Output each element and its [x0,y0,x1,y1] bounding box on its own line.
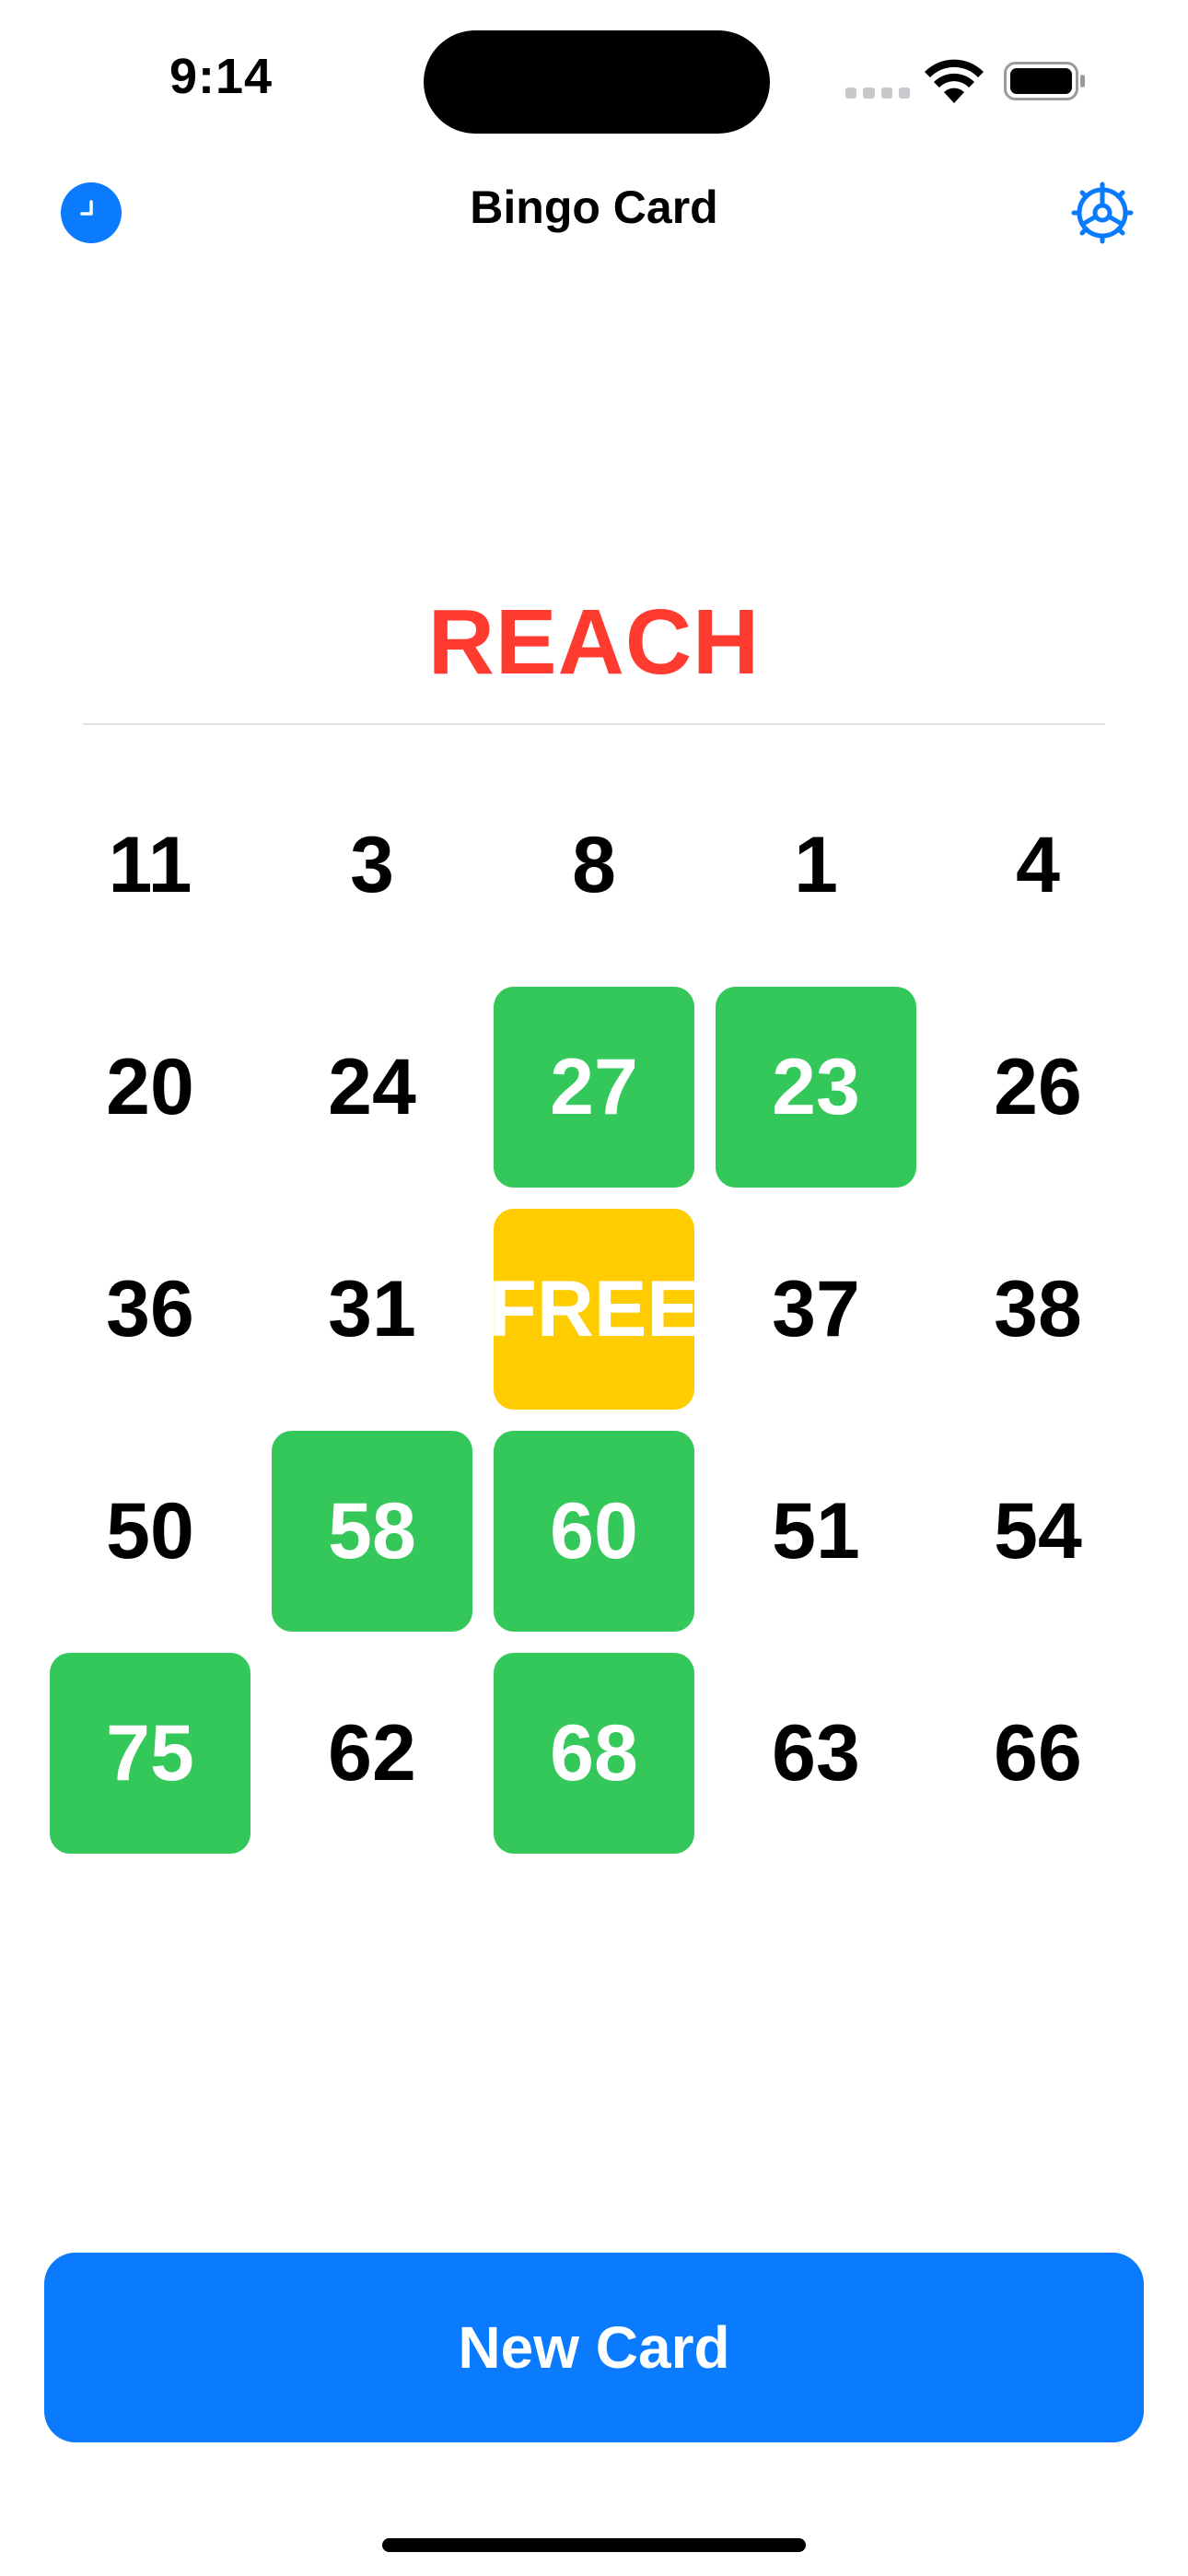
battery-icon [1004,62,1085,100]
bingo-cell[interactable]: 54 [938,1431,1138,1632]
clock-icon [80,200,93,216]
bingo-cell[interactable]: 37 [716,1209,916,1410]
bingo-cell[interactable]: 27 [494,987,694,1188]
bingo-cell[interactable]: 60 [494,1431,694,1632]
settings-button[interactable] [1068,179,1136,247]
bingo-cell[interactable]: 58 [272,1431,472,1632]
bingo-cell[interactable]: 38 [938,1209,1138,1410]
new-card-button[interactable]: New Card [44,2253,1144,2442]
bingo-cell[interactable]: 24 [272,987,472,1188]
bingo-cell[interactable]: 11 [50,765,250,966]
bingo-cell[interactable]: 36 [50,1209,250,1410]
bingo-cell[interactable]: 51 [716,1431,916,1632]
page-title: Bingo Card [470,181,718,233]
bingo-cell[interactable]: 66 [938,1653,1138,1854]
wifi-icon [925,59,984,103]
bingo-cell[interactable]: 75 [50,1653,250,1854]
home-indicator [382,2538,806,2552]
bingo-cell[interactable]: 23 [716,987,916,1188]
bingo-cell[interactable]: 26 [938,987,1138,1188]
dynamic-island [424,30,770,134]
bingo-cell[interactable]: 1 [716,765,916,966]
gear-icon [1071,181,1134,244]
status-bar: 9:14 [0,0,1188,157]
bingo-cell[interactable]: 20 [50,987,250,1188]
free-space-cell[interactable]: FREE [488,1209,700,1410]
bingo-grid: 11 3 8 1 4 20 24 27 23 26 36 31 FREE 37 … [50,765,1138,1854]
bingo-cell[interactable]: 68 [494,1653,694,1854]
bingo-cell[interactable]: 4 [938,765,1138,966]
bingo-cell[interactable]: 3 [272,765,472,966]
navigation-bar: Bingo Card [0,157,1188,267]
bingo-cell[interactable]: 31 [272,1209,472,1410]
cellular-signal-icon [845,88,910,99]
status-time: 9:14 [169,49,274,104]
divider [83,723,1105,725]
bingo-cell[interactable]: 50 [50,1431,250,1632]
bingo-cell[interactable]: 62 [272,1653,472,1854]
history-button[interactable] [61,182,122,243]
reach-status-label: REACH [427,591,761,694]
bingo-cell[interactable]: 8 [494,765,694,966]
bingo-cell[interactable]: 63 [716,1653,916,1854]
